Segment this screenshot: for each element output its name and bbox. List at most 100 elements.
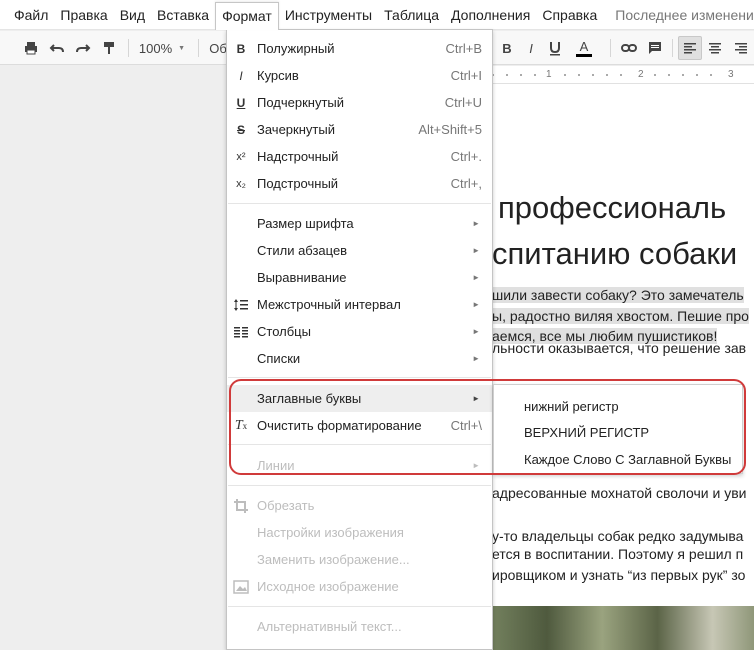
menu-item-columns[interactable]: Столбцы ► [227,318,492,345]
menu-item-font-size[interactable]: Размер шрифта ► [227,210,492,237]
ruler[interactable]: 1 2 3 [478,66,754,84]
doc-text-line[interactable]: ы, радостно виляя хвостом. Пешие про [492,308,749,324]
menu-item-strikethrough[interactable]: S Зачеркнутый Alt+Shift+5 [227,116,492,143]
undo-icon[interactable] [46,36,68,60]
crop-icon [233,498,249,514]
menu-item-label: Выравнивание [257,270,347,285]
menu-item-shortcut: Ctrl+I [450,68,482,83]
columns-icon [233,324,249,340]
menu-view[interactable]: Вид [114,0,151,30]
menu-item-label: Полужирный [257,41,335,56]
menu-item-label: Обрезать [257,498,315,513]
toolbar-divider [610,39,611,57]
ruler-tick [696,74,698,76]
menu-item-label: Исходное изображение [257,579,399,594]
paint-format-icon[interactable] [98,36,120,60]
doc-title-line[interactable]: профессиональ [498,190,726,226]
menu-table[interactable]: Таблица [378,0,445,30]
menu-edit[interactable]: Правка [54,0,113,30]
submenu-arrow-icon: ► [472,273,480,282]
menu-tools[interactable]: Инструменты [279,0,378,30]
menu-item-label: Зачеркнутый [257,122,335,137]
menu-addons[interactable]: Дополнения [445,0,536,30]
superscript-icon: x² [236,150,246,163]
menu-item-label: Надстрочный [257,149,339,164]
menu-item-align[interactable]: Выравнивание ► [227,264,492,291]
toolbar-divider [672,39,673,57]
selected-text[interactable]: ы, радостно виляя хвостом. Пешие про [492,308,749,324]
menu-item-superscript[interactable]: x² Надстрочный Ctrl+. [227,143,492,170]
format-menu: B Полужирный Ctrl+B I Курсив Ctrl+I U По… [226,29,493,650]
menu-item-alt-text: Альтернативный текст... [227,613,492,640]
menu-item-label: Столбцы [257,324,311,339]
menu-separator [228,203,491,204]
align-right-icon[interactable] [730,36,752,60]
menu-item-label: Подчеркнутый [257,95,345,110]
menu-item-line-spacing[interactable]: Межстрочный интервал ► [227,291,492,318]
align-left-icon[interactable] [678,36,702,60]
underline-button[interactable] [545,36,565,60]
selected-text[interactable]: шили завести собаку? Это замечатель [492,287,744,303]
menu-item-label: Размер шрифта [257,216,354,231]
menu-item-subscript[interactable]: x₂ Подстрочный Ctrl+, [227,170,492,197]
submenu-arrow-icon: ► [472,327,480,336]
menu-item-shortcut: Ctrl+. [450,149,482,164]
menu-item-shortcut: Ctrl+, [450,176,482,191]
last-edit-status[interactable]: Последнее изменение [603,7,754,23]
document-photo[interactable] [478,606,754,650]
menu-item-label: Межстрочный интервал [257,297,401,312]
ruler-tick [620,74,622,76]
submenu-arrow-icon: ► [472,219,480,228]
menu-item-shortcut: Ctrl+B [445,41,482,56]
doc-text-line[interactable]: у-то владельцы собак редко задумыва [492,528,743,544]
menu-item-label: Альтернативный текст... [257,619,402,634]
bold-icon: B [502,40,512,56]
menu-file[interactable]: Файл [8,0,54,30]
comment-icon[interactable] [644,36,666,60]
menu-item-shortcut: Ctrl+U [444,95,482,110]
print-icon[interactable] [20,36,42,60]
ruler-tick [578,74,580,76]
redo-icon[interactable] [72,36,94,60]
menu-item-paragraph-styles[interactable]: Стили абзацев ► [227,237,492,264]
menu-item-bold[interactable]: B Полужирный Ctrl+B [227,35,492,62]
menu-item-underline[interactable]: U Подчеркнутый Ctrl+U [227,89,492,116]
link-icon[interactable] [618,36,640,60]
menu-item-label: Списки [257,351,301,366]
italic-button[interactable]: I [521,36,541,60]
menu-bar: Файл Правка Вид Вставка Формат Инструмен… [0,0,754,30]
bold-button[interactable]: B [497,36,517,60]
subscript-icon: x₂ [236,177,246,190]
submenu-arrow-icon: ► [472,354,480,363]
line-spacing-icon [233,297,249,313]
zoom-select[interactable]: 100% ▼ [136,36,188,60]
doc-text-line[interactable]: шили завести собаку? Это замечатель [492,287,744,303]
text-color-button[interactable]: A [569,36,599,60]
doc-title-line[interactable]: спитанию собаки [492,236,737,272]
ruler-number: 2 [638,69,644,80]
ruler-tick [564,74,566,76]
menu-item-label: Заменить изображение... [257,552,410,567]
menu-item-label: Курсив [257,68,299,83]
style-select[interactable]: Об [208,36,228,60]
menu-item-italic[interactable]: I Курсив Ctrl+I [227,62,492,89]
doc-text-line[interactable]: ется в воспитании. Поэтому я решил п [492,546,743,562]
menu-help[interactable]: Справка [536,0,603,30]
menu-format[interactable]: Формат [215,1,279,30]
menu-separator [228,606,491,607]
align-center-icon[interactable] [704,36,726,60]
annotation-highlight [229,379,746,475]
toolbar-divider [128,39,129,57]
doc-text-line[interactable]: ировщиком и узнать “из первых рук” зо [492,567,745,583]
strikethrough-icon: S [236,122,245,137]
submenu-arrow-icon: ► [472,246,480,255]
doc-text-line[interactable]: льности оказывается, что решение зав [492,340,746,356]
bold-icon: B [236,41,246,56]
zoom-value: 100% [138,40,173,56]
ruler-number: 3 [728,69,734,80]
menu-item-lists[interactable]: Списки ► [227,345,492,372]
menu-item-label: Стили абзацев [257,243,348,258]
menu-insert[interactable]: Вставка [151,0,215,30]
document-page[interactable]: профессиональ спитанию собаки шили завес… [478,84,754,650]
doc-text-line[interactable]: адресованные мохнатой сволочи и уви [492,485,747,501]
